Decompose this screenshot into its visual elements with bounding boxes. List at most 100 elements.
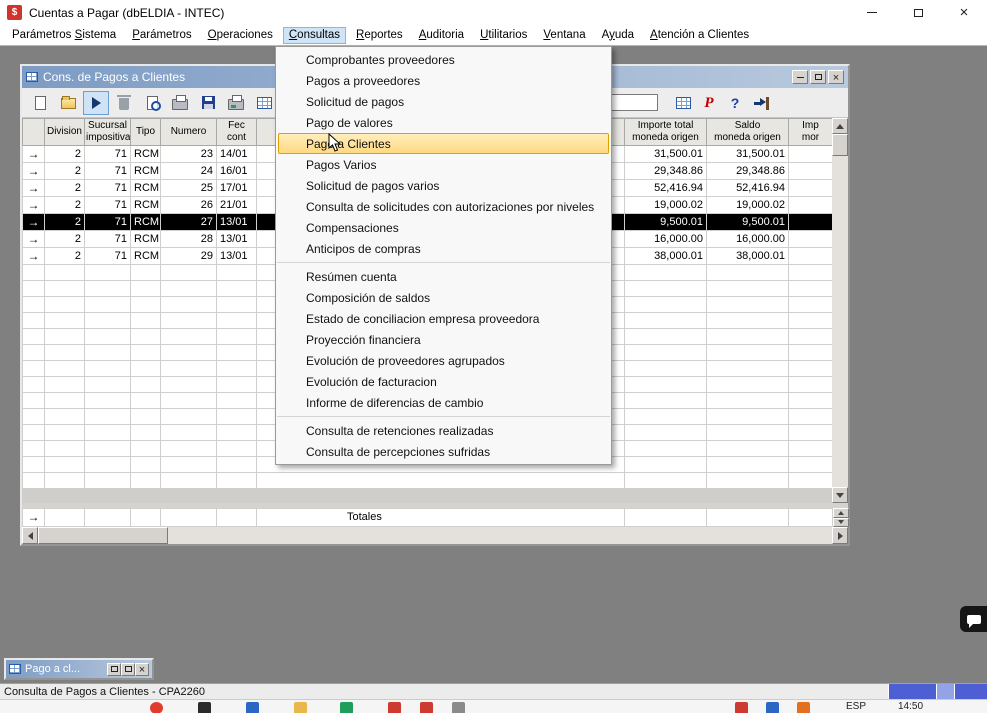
new-document-button[interactable]: [27, 91, 53, 115]
grid-header-cell[interactable]: Sucursal impositiva: [85, 119, 131, 146]
delete-button[interactable]: [111, 91, 137, 115]
child-close-button[interactable]: [828, 70, 844, 84]
cell-importe-total: 31,500.01: [625, 146, 707, 163]
status-panels: [888, 684, 987, 699]
run-query-button[interactable]: [83, 91, 109, 115]
close-button[interactable]: [941, 0, 987, 25]
hscroll-track[interactable]: [168, 527, 832, 544]
right-arrow-icon: [838, 532, 843, 540]
grid-header-cell[interactable]: Division: [45, 119, 85, 146]
menu-option[interactable]: Resúmen cuenta: [276, 266, 611, 287]
menu-option[interactable]: Composición de saldos: [276, 287, 611, 308]
minwin-maximize-button[interactable]: [121, 663, 135, 676]
menubar-item[interactable]: Reportes: [350, 27, 409, 44]
taskbar-icon[interactable]: [797, 702, 810, 713]
taskbar-icon[interactable]: [150, 702, 163, 713]
grid-header-cell[interactable]: Imp mor: [789, 119, 833, 146]
scroll-right-button[interactable]: [832, 527, 848, 544]
menu-option[interactable]: Evolución de proveedores agrupados: [276, 350, 611, 371]
menu-option[interactable]: Compensaciones: [276, 217, 611, 238]
menubar-item[interactable]: Parámetros Sistema: [6, 27, 122, 44]
menu-option[interactable]: Anticipos de compras: [276, 238, 611, 259]
menu-option[interactable]: Comprobantes proveedores: [276, 49, 611, 70]
open-button[interactable]: [55, 91, 81, 115]
grid-header-cell[interactable]: Saldo moneda origen: [707, 119, 789, 146]
script-button[interactable]: [696, 91, 722, 115]
grid-config-button[interactable]: [251, 91, 277, 115]
row-marker: →: [23, 197, 45, 214]
maximize-button[interactable]: [895, 0, 941, 25]
language-indicator[interactable]: ESP: [846, 701, 866, 712]
menu-option[interactable]: Estado de conciliacion empresa proveedor…: [276, 308, 611, 329]
totals-spinner[interactable]: [833, 508, 849, 527]
grid-header-cell[interactable]: Fec cont: [217, 119, 257, 146]
taskbar-icon[interactable]: [340, 702, 353, 713]
menubar-item[interactable]: Atención a Clientes: [644, 27, 755, 44]
menubar-item[interactable]: Ayuda: [596, 27, 640, 44]
menu-option[interactable]: Consulta de retenciones realizadas: [276, 420, 611, 441]
cell-importe-total: 9,500.01: [625, 214, 707, 231]
spinner-up-button[interactable]: [833, 508, 849, 518]
menu-option[interactable]: Informe de diferencias de cambio: [276, 392, 611, 413]
help-button[interactable]: [722, 91, 748, 115]
menubar-item[interactable]: Ventana: [537, 27, 591, 44]
taskbar[interactable]: ESP 14:50: [0, 699, 987, 713]
cell-saldo: 31,500.01: [707, 146, 789, 163]
menu-option[interactable]: Pagos a proveedores: [276, 70, 611, 91]
table-view-button[interactable]: [670, 91, 696, 115]
horizontal-scrollbar[interactable]: [22, 527, 848, 544]
spinner-down-button[interactable]: [833, 518, 849, 528]
menu-option[interactable]: Solicitud de pagos: [276, 91, 611, 112]
menu-option[interactable]: Consulta de percepciones sufridas: [276, 441, 611, 462]
grid-header-line1: Saldo: [708, 120, 787, 132]
save-button[interactable]: [195, 91, 221, 115]
preview-button[interactable]: [139, 91, 165, 115]
close-icon: [960, 4, 969, 22]
scroll-left-button[interactable]: [22, 527, 38, 544]
grid-header-cell[interactable]: Importe total moneda origen: [625, 119, 707, 146]
cell-importe-mor: [789, 197, 833, 214]
print-color-button[interactable]: [223, 91, 249, 115]
minwin-restore-button[interactable]: [107, 663, 121, 676]
grid-header-cell[interactable]: Numero: [161, 119, 217, 146]
menu-label-part: uda: [615, 29, 634, 41]
taskbar-icon[interactable]: [294, 702, 307, 713]
chat-widget-button[interactable]: [960, 606, 987, 632]
menu-option[interactable]: Pago de valores: [276, 112, 611, 133]
child-minimize-button[interactable]: [792, 70, 808, 84]
menubar-item[interactable]: Operaciones: [202, 27, 279, 44]
menu-option[interactable]: Pagos Varios: [276, 154, 611, 175]
vscroll-thumb[interactable]: [832, 134, 848, 156]
clock[interactable]: 14:50: [898, 701, 923, 712]
grid-header-cell[interactable]: Tipo: [131, 119, 161, 146]
hscroll-thumb[interactable]: [38, 527, 168, 544]
child-maximize-button[interactable]: [810, 70, 826, 84]
menu-option[interactable]: Consulta de solicitudes con autorizacion…: [276, 196, 611, 217]
menu-option[interactable]: Evolución de facturacion: [276, 371, 611, 392]
taskbar-icon[interactable]: [766, 702, 779, 713]
cell-saldo: 52,416.94: [707, 180, 789, 197]
grid-header-cell[interactable]: [23, 119, 45, 146]
menubar-item[interactable]: Auditoria: [413, 27, 470, 44]
exit-button[interactable]: [748, 91, 774, 115]
minwin-close-button[interactable]: [135, 663, 149, 676]
menubar-item[interactable]: Consultas: [283, 27, 346, 44]
taskbar-icon[interactable]: [735, 702, 748, 713]
menu-option[interactable]: Solicitud de pagos varios: [276, 175, 611, 196]
vertical-scrollbar[interactable]: [832, 118, 848, 503]
taskbar-icon[interactable]: [198, 702, 211, 713]
scroll-down-button[interactable]: [832, 487, 848, 503]
minimize-button[interactable]: [849, 0, 895, 25]
menu-option[interactable]: Proyección financiera: [276, 329, 611, 350]
menubar-item[interactable]: Parámetros: [126, 27, 197, 44]
scroll-up-button[interactable]: [832, 118, 848, 134]
taskbar-icon[interactable]: [246, 702, 259, 713]
menubar-item[interactable]: Utilitarios: [474, 27, 533, 44]
menu-option-label: Solicitud de pagos: [306, 95, 404, 109]
taskbar-icon[interactable]: [388, 702, 401, 713]
print-button[interactable]: [167, 91, 193, 115]
minimized-window-pago-a-clientes[interactable]: Pago a cl...: [4, 658, 154, 680]
vscroll-track[interactable]: [832, 156, 848, 487]
taskbar-icon[interactable]: [452, 702, 465, 713]
taskbar-icon[interactable]: [420, 702, 433, 713]
